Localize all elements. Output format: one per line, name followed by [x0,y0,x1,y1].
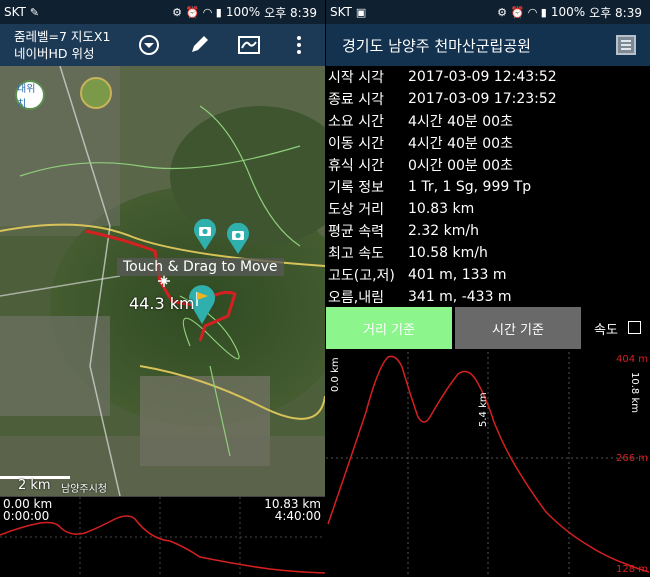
track-stats-list: 시작 시각 2017-03-09 12:43:52 종료 시각 2017-03-09 … [326,66,650,308]
distance-mode-button[interactable]: 거리 기준 [326,307,452,349]
stat-value: 341 m, -433 m [408,289,512,305]
status-bar: SKT ▣ ⚙ ⏰ ◠ ▮ 100% 오후 8:39 [326,0,650,24]
track-title-bar: 경기도 남양주 천마산군립공원 [326,24,650,66]
my-location-button[interactable]: 내위치 [15,80,45,110]
stat-row: 도상 거리 10.83 km [326,198,650,220]
map-toolbar: 줌레벨=7 지도X1 네이버HD 위성 [0,24,325,66]
graph-end-time: 4:40:00 [274,509,321,523]
stat-row: 종료 시각 2017-03-09 17:23:52 [326,88,650,110]
stat-value: 4시간 40분 00초 [408,136,513,152]
stat-key: 소요 시간 [328,114,384,130]
stat-row: 휴식 시간 0시간 00분 00초 [326,154,650,176]
stat-row: 평균 속력 2.32 km/h [326,220,650,242]
stat-value: 2017-03-09 17:23:52 [408,91,557,107]
menu-icon[interactable] [616,35,636,55]
y-max-label: 404 m [615,354,648,365]
track-info-panel: SKT ▣ ⚙ ⏰ ◠ ▮ 100% 오후 8:39 경기도 남양주 천마산군립… [326,0,650,577]
map-source-label: 네이버HD 위성 [14,46,95,61]
elevation-chart[interactable]: 0.0 km 5.4 km 10.8 km 404 m 266 m 128 m [326,352,650,577]
battery-label: 100% [550,5,586,19]
stat-value: 2017-03-09 12:43:52 [408,69,557,85]
clock-label: 오후 8:39 [589,5,642,20]
speed-checkbox[interactable] [628,321,641,334]
stat-row: 소요 시간 4시간 40분 00초 [326,110,650,132]
stat-key: 평균 속력 [328,224,384,240]
camera-marker-icon[interactable] [226,223,250,255]
signal-icon: ✎ [29,5,40,19]
chart-mode-row: 거리 기준 시간 기준 속도 [326,307,650,349]
speed-label: 속도 [594,323,618,338]
stat-value: 4시간 40분 00초 [408,114,513,130]
graph-start-time: 0:00:00 [3,509,50,523]
city-label: 남양주시청 [61,484,107,495]
stat-value: 1 Tr, 1 Sg, 999 Tp [408,179,532,195]
gallery-icon: ▣ [355,5,367,19]
stat-row: 이동 시간 4시간 40분 00초 [326,132,650,154]
map-info: 줌레벨=7 지도X1 네이버HD 위성 [14,28,110,62]
y-mid-label: 266 m [615,453,648,464]
x-end-label: 10.8 km [629,372,640,413]
stat-row: 기록 정보 1 Tr, 1 Sg, 999 Tp [326,176,650,198]
battery-label: 100% [225,5,261,19]
stat-value: 0시간 00분 00초 [408,158,513,174]
stat-value: 401 m, 133 m [408,267,507,283]
stat-key: 도상 거리 [328,202,384,218]
stat-row: 고도(고,저) 401 m, 133 m [326,264,650,286]
scale-label: 2 km [18,478,51,493]
wifi-icon: ⚙ ⏰ ◠ ▮ [497,5,547,19]
status-bar: SKT ✎ ⚙ ⏰ ◠ ▮ 100% 오후 8:39 [0,0,325,24]
carrier-label: SKT [4,5,26,19]
satellite-map[interactable]: 내위치 Touch & Drag to Move 44.3 km 2 km 남양… [0,66,325,496]
stat-row: 시작 시각 2017-03-09 12:43:52 [326,66,650,88]
clock-label: 오후 8:39 [264,5,317,20]
stat-key: 시작 시각 [328,70,384,86]
stat-key: 이동 시간 [328,136,384,152]
map-layer-button[interactable] [80,77,112,109]
stat-row: 오름,내림 341 m, -433 m [326,286,650,308]
time-mode-button[interactable]: 시간 기준 [455,307,581,349]
map-panel: SKT ✎ ⚙ ⏰ ◠ ▮ 100% 오후 8:39 줌레벨=7 지도X1 네이… [0,0,325,577]
stat-key: 휴식 시간 [328,158,384,174]
wifi-icon: ⚙ ⏰ ◠ ▮ [172,5,222,19]
stat-key: 오름,내림 [328,290,384,306]
stat-key: 최고 속도 [328,246,384,262]
pencil-icon[interactable] [188,34,210,56]
elevation-mini-graph[interactable]: 0.00 km 0:00:00 10.83 km 4:40:00 [0,496,325,577]
stat-value: 2.32 km/h [408,223,479,239]
more-vert-icon[interactable] [288,34,310,56]
drag-hint-overlay: Touch & Drag to Move [117,258,284,276]
distance-label: 44.3 km [129,294,195,313]
y-min-label: 128 m [615,564,648,575]
stat-key: 기록 정보 [328,180,384,196]
x-start-label: 0.0 km [330,357,341,392]
carrier-label: SKT [330,5,352,19]
camera-marker-icon[interactable] [193,219,217,251]
x-mid-label: 5.4 km [478,392,489,427]
zoom-level-label: 줌레벨=7 지도X1 [14,29,111,44]
map-icon[interactable] [238,34,260,56]
stat-value: 10.83 km [408,201,475,217]
stat-key: 종료 시각 [328,92,384,108]
stat-value: 10.58 km/h [408,245,488,261]
page-title: 경기도 남양주 천마산군립공원 [342,36,531,55]
stat-key: 고도(고,저) [328,268,395,284]
chevron-down-icon[interactable] [138,34,160,56]
stat-row: 최고 속도 10.58 km/h [326,242,650,264]
